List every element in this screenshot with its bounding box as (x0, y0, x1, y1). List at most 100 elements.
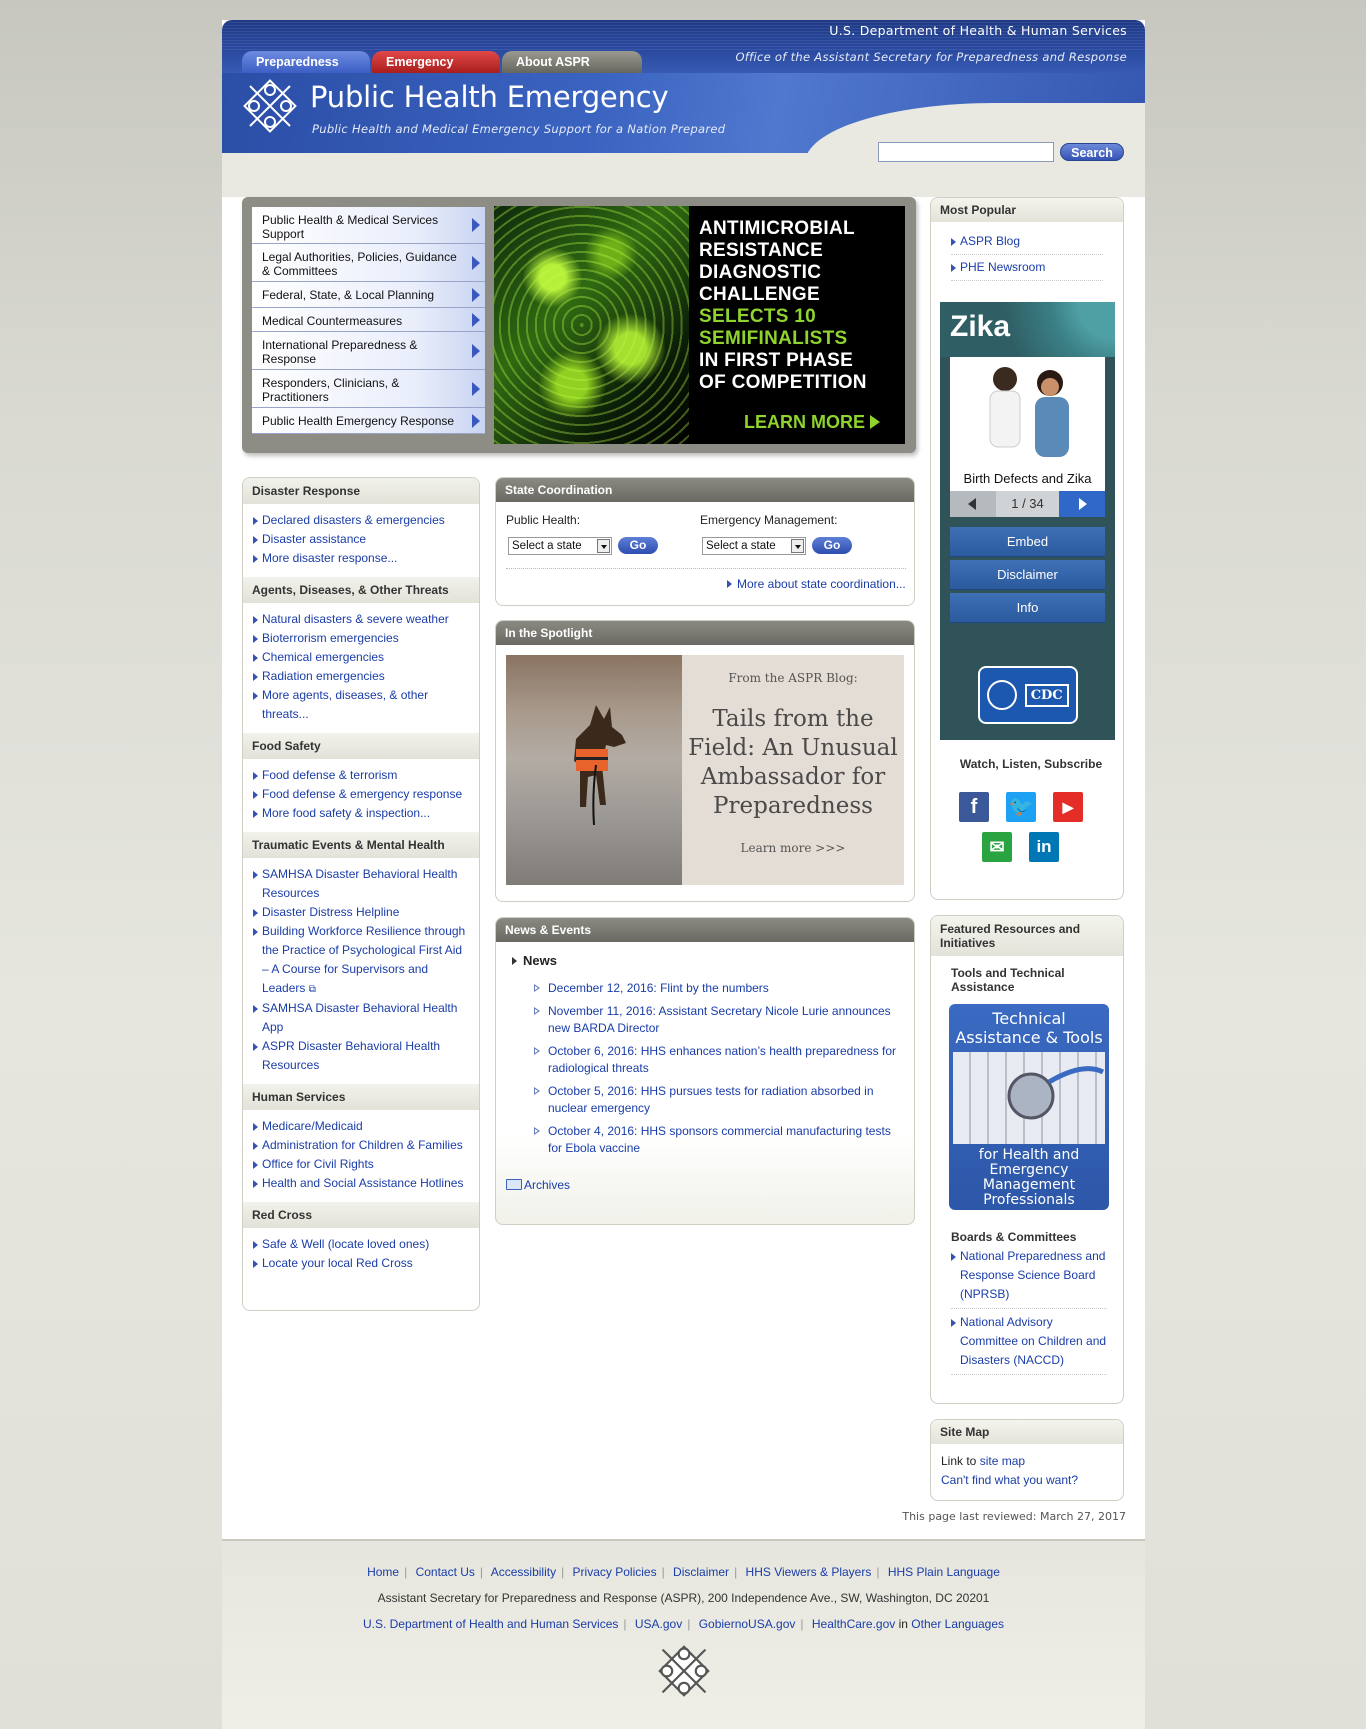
phe-footer-logo-icon[interactable] (654, 1641, 714, 1701)
link-disaster-assistance[interactable]: Disaster assistance (253, 530, 469, 549)
feature-nav-international[interactable]: International Preparedness & Response (252, 332, 485, 370)
news-item[interactable]: December 12, 2016: Flint by the numbers (534, 980, 899, 997)
emergency-go-button[interactable]: Go (812, 537, 852, 554)
feature-nav-label: Legal Authorities, Policies, Guidance & … (262, 250, 457, 278)
aspr-office-link[interactable]: Office of the Assistant Secretary for Pr… (735, 50, 1127, 64)
more-state-coordination-link[interactable]: More about state coordination... (727, 577, 906, 591)
link-samhsa-app[interactable]: SAMHSA Disaster Behavioral Health App (253, 999, 469, 1037)
email-icon[interactable]: ✉ (982, 832, 1012, 862)
chevron-down-icon (791, 539, 804, 553)
zika-illustration[interactable]: Birth Defects and Zika 1 / 34 (950, 357, 1105, 517)
link-local-red-cross[interactable]: Locate your local Red Cross (253, 1254, 469, 1273)
section-heading: Human Services (243, 1084, 479, 1110)
news-item[interactable]: October 4, 2016: HHS sponsors commercial… (534, 1123, 899, 1157)
link-phe-newsroom[interactable]: PHE Newsroom (951, 258, 1103, 281)
learn-more-link[interactable]: LEARN MORE (744, 412, 881, 433)
footer-viewers-link[interactable]: HHS Viewers & Players (746, 1565, 872, 1579)
spotlight-card[interactable]: From the ASPR Blog: Tails from the Field… (682, 655, 904, 885)
arrow-right-icon (534, 1007, 540, 1015)
twitter-icon[interactable]: 🐦 (1006, 792, 1036, 822)
footer-contact-link[interactable]: Contact Us (416, 1565, 475, 1579)
footer-healthcare-link[interactable]: HealthCare.gov (812, 1617, 895, 1631)
link-aspr-blog[interactable]: ASPR Blog (951, 232, 1103, 255)
link-nprsb[interactable]: National Preparedness and Response Scien… (951, 1247, 1107, 1309)
link-food-defense-response[interactable]: Food defense & emergency response (253, 785, 469, 804)
tab-preparedness[interactable]: Preparedness (242, 51, 370, 73)
site-map-link[interactable]: site map (980, 1454, 1025, 1468)
tab-emergency[interactable]: Emergency (372, 51, 500, 73)
link-bioterrorism[interactable]: Bioterrorism emergencies (253, 629, 469, 648)
footer-gobierno-link[interactable]: GobiernoUSA.gov (699, 1617, 796, 1631)
link-declared-disasters[interactable]: Declared disasters & emergencies (253, 511, 469, 530)
search-button[interactable]: Search (1060, 143, 1124, 161)
footer-links-row: Home | Contact Us | Accessibility | Privacy… (367, 1565, 1000, 1579)
footer-plain-language-link[interactable]: HHS Plain Language (888, 1565, 1000, 1579)
info-button[interactable]: Info (950, 593, 1105, 623)
promo-banner[interactable]: ANTIMICROBIAL RESISTANCE DIAGNOSTIC CHAL… (494, 206, 905, 444)
link-workforce-resilience[interactable]: Building Workforce Resilience through th… (253, 922, 469, 999)
feature-nav-countermeasures[interactable]: Medical Countermeasures (252, 308, 485, 332)
arrow-right-icon (534, 1047, 540, 1055)
technical-assistance-banner[interactable]: Technical Assistance & Tools for Health … (949, 1004, 1109, 1210)
news-item[interactable]: November 11, 2016: Assistant Secretary N… (534, 1003, 899, 1037)
prev-button[interactable] (950, 491, 996, 517)
next-button[interactable] (1059, 491, 1105, 517)
news-item-label: December 12, 2016: Flint by the numbers (548, 981, 769, 995)
link-aspr-behavioral[interactable]: ASPR Disaster Behavioral Health Resource… (253, 1037, 469, 1075)
embed-button[interactable]: Embed (950, 527, 1105, 557)
link-samhsa-resources[interactable]: SAMHSA Disaster Behavioral Health Resour… (253, 865, 469, 903)
feature-nav-planning[interactable]: Federal, State, & Local Planning (252, 282, 485, 308)
link-safe-well[interactable]: Safe & Well (locate loved ones) (253, 1235, 469, 1254)
public-health-go-button[interactable]: Go (618, 537, 658, 554)
news-item[interactable]: October 5, 2016: HHS pursues tests for r… (534, 1083, 899, 1117)
feature-nav-label: Public Health & Medical Services Support (262, 213, 439, 241)
public-health-state-select[interactable]: Select a state (508, 537, 612, 555)
cant-find-link[interactable]: Can't find what you want? (941, 1473, 1078, 1487)
spotlight-learn-more[interactable]: Learn more >>> (682, 841, 904, 855)
link-chemical[interactable]: Chemical emergencies (253, 648, 469, 667)
link-naccd[interactable]: National Advisory Committee on Children … (951, 1313, 1107, 1375)
footer-accessibility-link[interactable]: Accessibility (491, 1565, 556, 1579)
news-item[interactable]: October 6, 2016: HHS enhances nation’s h… (534, 1043, 899, 1077)
link-distress-helpline[interactable]: Disaster Distress Helpline (253, 903, 469, 922)
feature-nav-phe-response[interactable]: Public Health Emergency Response (252, 408, 485, 434)
news-subheading[interactable]: News (512, 953, 557, 968)
dog-photo[interactable] (506, 655, 682, 885)
disclaimer-button[interactable]: Disclaimer (950, 560, 1105, 590)
emergency-state-select[interactable]: Select a state (702, 537, 806, 555)
link-natural-disasters[interactable]: Natural disasters & severe weather (253, 610, 469, 629)
footer-hhs-link[interactable]: U.S. Department of Health and Human Serv… (363, 1617, 618, 1631)
link-more-disaster-response[interactable]: More disaster response... (253, 549, 469, 568)
linkedin-icon[interactable]: in (1029, 832, 1059, 862)
archives-label: Archives (524, 1178, 571, 1192)
footer-usagov-link[interactable]: USA.gov (635, 1617, 682, 1631)
footer-privacy-link[interactable]: Privacy Policies (573, 1565, 657, 1579)
link-food-defense-terrorism[interactable]: Food defense & terrorism (253, 766, 469, 785)
footer-other-languages-link[interactable]: Other Languages (911, 1617, 1004, 1631)
cdc-logo[interactable]: CDC (978, 666, 1078, 724)
feature-nav-public-health-services[interactable]: Public Health & Medical Services Support (252, 207, 485, 244)
tab-about-aspr[interactable]: About ASPR (502, 51, 642, 73)
archives-link[interactable]: Archives (506, 1178, 570, 1192)
link-medicare[interactable]: Medicare/Medicaid (253, 1117, 469, 1136)
feature-nav-responders[interactable]: Responders, Clinicians, & Practitioners (252, 370, 485, 408)
footer-in-text: in (895, 1617, 912, 1631)
link-hotlines[interactable]: Health and Social Assistance Hotlines (253, 1174, 469, 1193)
link-radiation[interactable]: Radiation emergencies (253, 667, 469, 686)
link-more-agents[interactable]: More agents, diseases, & other threats..… (253, 686, 469, 724)
site-header: U.S. Department of Health & Human Servic… (222, 20, 1145, 153)
arrow-right-icon (512, 957, 517, 965)
facebook-icon[interactable]: f (959, 792, 989, 822)
search-input[interactable] (878, 142, 1054, 162)
link-acf[interactable]: Administration for Children & Families (253, 1136, 469, 1155)
link-more-food-safety[interactable]: More food safety & inspection... (253, 804, 469, 823)
youtube-icon[interactable]: ▶ (1053, 792, 1083, 822)
phe-logo-icon[interactable] (242, 78, 298, 134)
site-title[interactable]: Public Health Emergency (310, 80, 669, 114)
footer-home-link[interactable]: Home (367, 1565, 399, 1579)
link-ocr[interactable]: Office for Civil Rights (253, 1155, 469, 1174)
feature-nav-legal-authorities[interactable]: Legal Authorities, Policies, Guidance & … (252, 244, 485, 282)
footer-disclaimer-link[interactable]: Disclaimer (673, 1565, 729, 1579)
hhs-link[interactable]: U.S. Department of Health & Human Servic… (829, 23, 1127, 38)
spotlight-headline[interactable]: Tails from the Field: An Unusual Ambassa… (682, 705, 904, 821)
